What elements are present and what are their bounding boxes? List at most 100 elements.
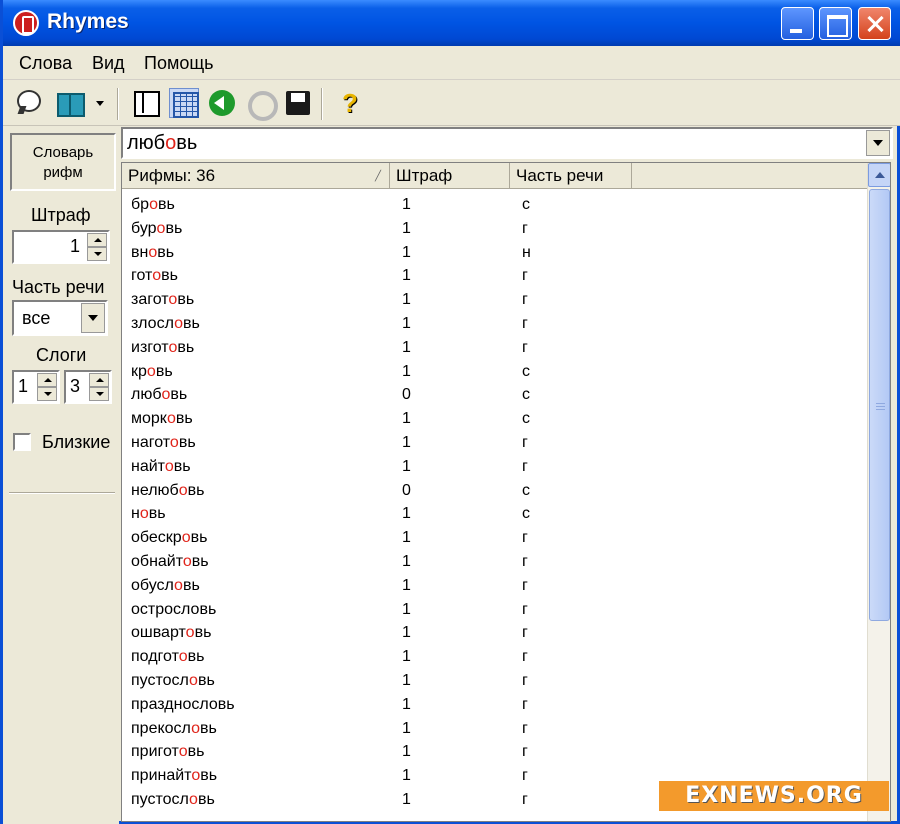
rhyme-word: прекословь [131,719,217,737]
syllables-min-stepper[interactable]: 1 [12,370,60,404]
menu-help[interactable]: Помощь [144,53,214,74]
table-row[interactable]: любовь 0 с [122,384,867,408]
rhyme-penalty: 1 [402,457,411,475]
panel-icon[interactable] [131,88,161,118]
rhyme-word: злословь [131,314,200,332]
rhyme-penalty: 1 [402,505,411,523]
balloon-icon[interactable] [13,88,43,118]
table-row[interactable]: ошвартовь 1 г [122,622,867,646]
syllables-max-down[interactable] [89,387,109,401]
rhyme-pos: г [522,291,528,309]
rhyme-pos: г [522,600,528,618]
rhyme-pos: г [522,671,528,689]
table-row[interactable]: вновь 1 н [122,242,867,266]
app-icon[interactable] [13,10,39,36]
help-icon[interactable]: ? [335,88,365,118]
rhymes-rows: бровь 1 с буровь 1 г вновь 1 н готовь 1 г заготовь 1 г… [122,194,867,813]
back-icon[interactable] [207,88,237,118]
rhyme-pos: г [522,648,528,666]
table-row[interactable]: острословь 1 г [122,599,867,623]
rhyme-dictionary-button[interactable]: Словарь рифм [10,133,116,191]
rhyme-word: ошвартовь [131,624,212,642]
rhyme-pos: с [522,505,530,523]
table-row[interactable]: нелюбовь 0 с [122,480,867,504]
window-title: Rhymes [47,10,129,33]
table-row[interactable]: новь 1 с [122,503,867,527]
rhyme-word: изготовь [131,338,195,356]
syllables-max-stepper[interactable]: 3 [64,370,112,404]
table-row[interactable]: найтовь 1 г [122,456,867,480]
table-row[interactable]: обусловь 1 г [122,575,867,599]
rhyme-penalty: 1 [402,648,411,666]
rhyme-word: наготовь [131,433,196,451]
vertical-scrollbar[interactable] [867,163,890,821]
title-bar[interactable]: Rhymes [3,0,900,46]
syllables-min-up[interactable] [37,373,57,387]
close-rhymes-checkbox[interactable] [13,433,31,451]
rhyme-word: острословь [131,600,217,618]
penalty-value: 1 [69,236,80,256]
rhyme-penalty: 1 [402,552,411,570]
rhyme-pos: г [522,695,528,713]
maximize-button[interactable] [819,7,852,40]
table-row[interactable]: прекословь 1 г [122,718,867,742]
rhyme-pos: н [522,243,531,261]
table-row[interactable]: морковь 1 с [122,408,867,432]
rhyme-word: кровь [131,362,173,380]
table-row[interactable]: злословь 1 г [122,313,867,337]
scroll-up-button[interactable] [868,163,890,187]
word-search-combo[interactable]: любовь [121,127,893,159]
rhyme-penalty: 1 [402,219,411,237]
penalty-stepper[interactable]: 1 [12,230,110,264]
table-row[interactable]: обескровь 1 г [122,527,867,551]
rhyme-word: готовь [131,267,178,285]
table-row[interactable]: буровь 1 г [122,218,867,242]
table-row[interactable]: приготовь 1 г [122,741,867,765]
grid-icon[interactable] [169,88,199,118]
watermark-logo: EXNEWS.ORG [659,781,889,811]
rhyme-penalty: 1 [402,433,411,451]
table-row[interactable]: подготовь 1 г [122,646,867,670]
rhyme-pos: г [522,719,528,737]
menu-view[interactable]: Вид [92,53,125,74]
rhyme-word: приготовь [131,743,205,761]
rhyme-penalty: 1 [402,314,411,332]
table-row[interactable]: обнайтовь 1 г [122,551,867,575]
column-header-pos[interactable]: Часть речи [510,163,632,189]
table-row[interactable]: пустословь 1 г [122,670,867,694]
column-header-penalty[interactable]: Штраф [390,163,510,189]
rhyme-pos: с [522,196,530,213]
penalty-down-button[interactable] [87,247,107,261]
table-row[interactable]: наготовь 1 г [122,432,867,456]
penalty-label: Штраф [31,205,91,225]
table-row[interactable]: кровь 1 с [122,361,867,385]
penalty-up-button[interactable] [87,233,107,247]
syllables-max-value: 3 [70,376,81,396]
rhyme-penalty: 1 [402,196,411,213]
syllables-label: Слоги [36,345,87,365]
table-row[interactable]: изготовь 1 г [122,337,867,361]
rhyme-penalty: 1 [402,671,411,689]
close-rhymes-label: Близкие [42,432,111,452]
table-row[interactable]: готовь 1 г [122,265,867,289]
chevron-down-icon[interactable] [81,303,105,333]
table-row[interactable]: празднословь 1 г [122,694,867,718]
syllables-min-down[interactable] [37,387,57,401]
book-icon[interactable] [55,88,85,118]
pos-select[interactable]: все [12,300,108,336]
refresh-icon[interactable] [245,88,278,121]
column-header-rhymes[interactable]: Рифмы: 36 ╱ [122,163,390,189]
save-icon[interactable] [283,88,313,118]
menu-words[interactable]: Слова [19,53,72,74]
chevron-down-icon[interactable] [866,130,890,156]
syllables-max-up[interactable] [89,373,109,387]
left-panel: Словарь рифм Штраф 1 Часть речи все Слог… [3,127,119,824]
table-row[interactable]: заготовь 1 г [122,289,867,313]
table-row[interactable]: бровь 1 с [122,194,867,218]
rhyme-pos: с [522,362,530,380]
rhyme-pos: с [522,481,530,499]
minimize-button[interactable] [781,7,814,40]
chevron-down-icon[interactable] [93,88,107,118]
close-button[interactable] [858,7,891,40]
scroll-thumb[interactable] [869,189,890,621]
